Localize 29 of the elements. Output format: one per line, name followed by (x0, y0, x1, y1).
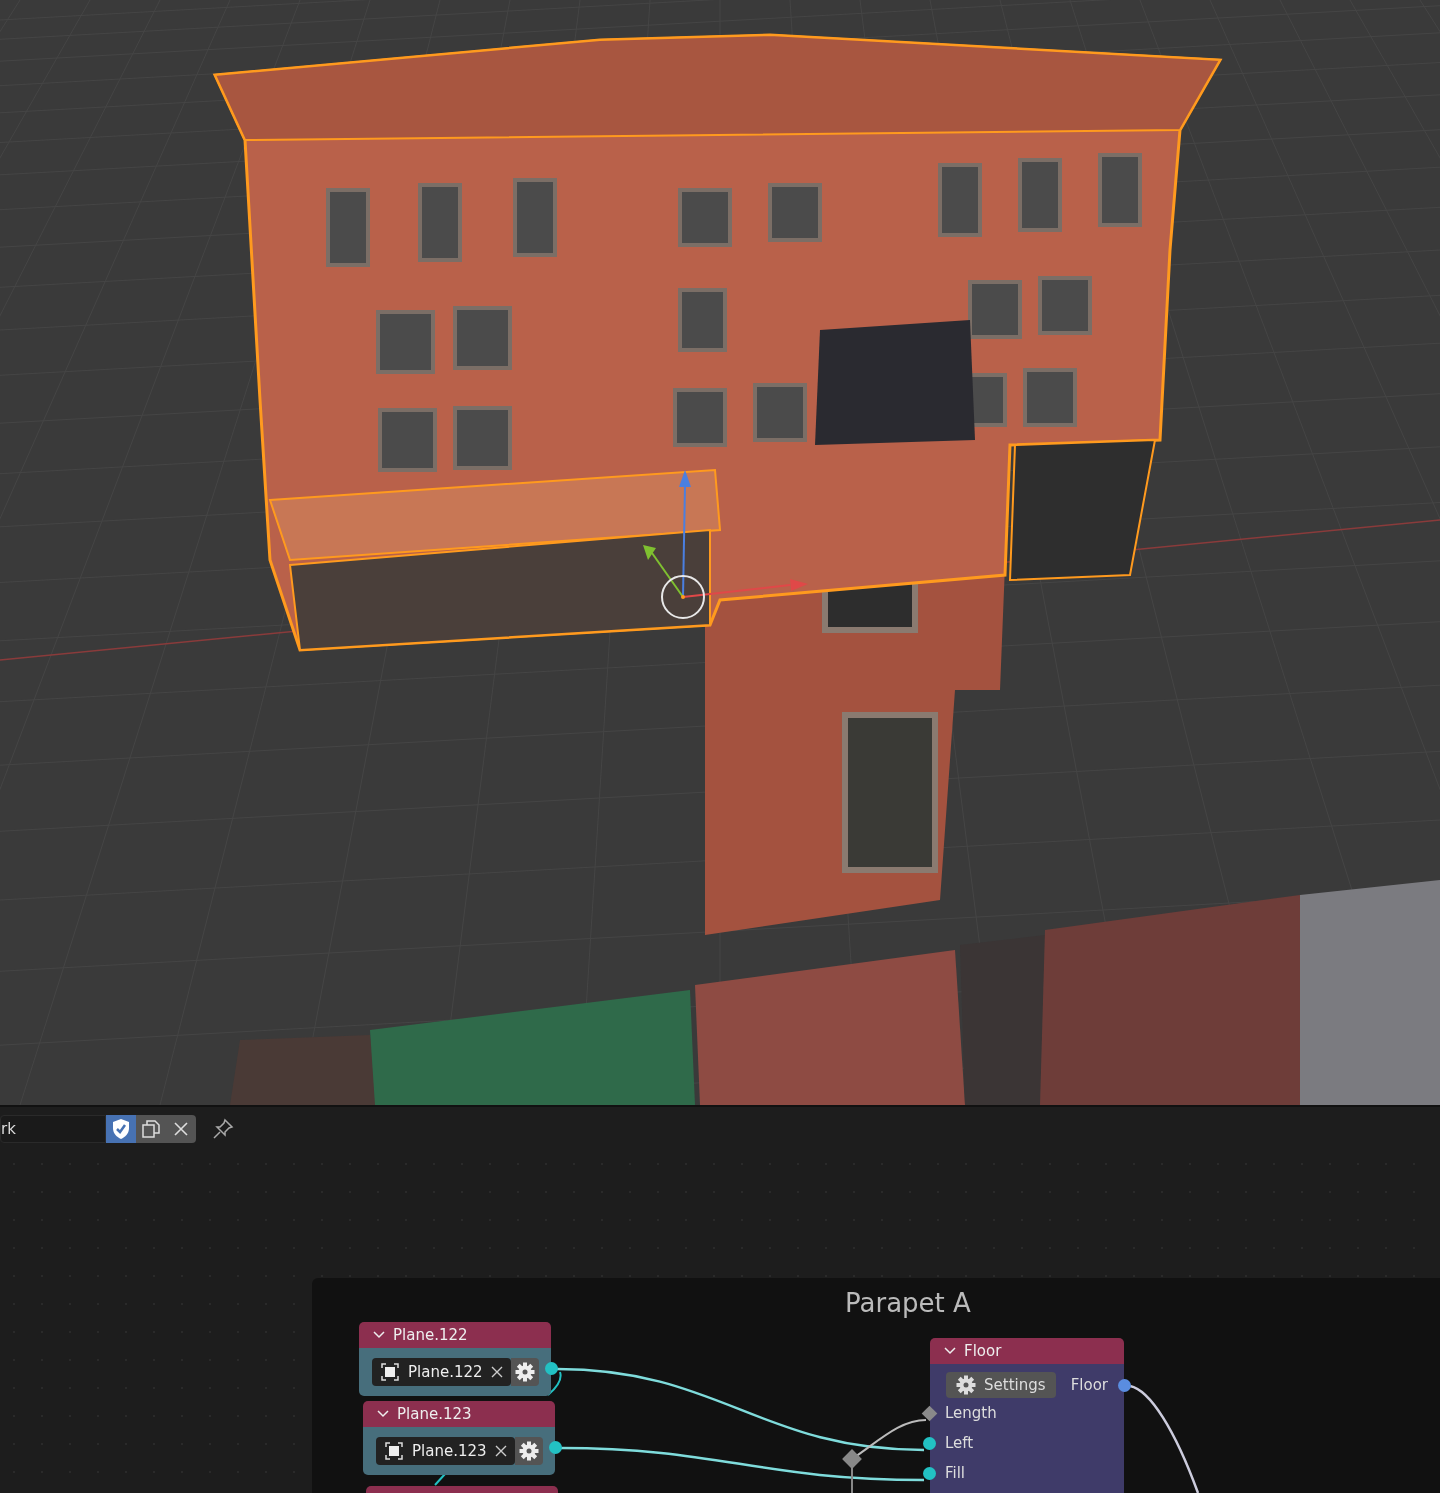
node-title: Floor (964, 1340, 1002, 1362)
clear-icon[interactable] (494, 1445, 507, 1457)
collapse-chevron-icon[interactable] (944, 1347, 956, 1355)
fake-user-shield-icon[interactable] (106, 1114, 136, 1143)
collapse-chevron-icon[interactable] (377, 1410, 389, 1418)
socket-label: Length (945, 1402, 997, 1424)
node-header[interactable]: Plane.122 (359, 1322, 551, 1348)
datablock-name-field[interactable]: rk (0, 1114, 106, 1143)
collapse-chevron-icon[interactable] (373, 1331, 385, 1339)
object-field[interactable]: Plane.122 (372, 1358, 511, 1386)
socket-label: Floor (1070, 1374, 1108, 1396)
node-title: Plane.123 (397, 1403, 472, 1425)
transform-gizmo-icon (643, 470, 808, 619)
pin-icon[interactable] (212, 1117, 234, 1140)
node-header[interactable]: Floor (930, 1338, 1124, 1364)
object-icon (380, 1362, 400, 1382)
duplicate-icon[interactable] (136, 1114, 166, 1143)
node-title: Plane.122 (393, 1324, 468, 1346)
settings-icon[interactable] (956, 1375, 976, 1395)
close-icon[interactable] (166, 1114, 196, 1143)
object-icon (384, 1441, 404, 1461)
clear-icon[interactable] (490, 1366, 503, 1378)
socket-label: Left (945, 1432, 974, 1454)
settings-button[interactable]: Settings (946, 1372, 1056, 1398)
socket-label: Fill (945, 1462, 966, 1484)
frame-label: Parapet A (845, 1287, 971, 1320)
node-header[interactable]: Plane.123 (363, 1401, 555, 1427)
object-field[interactable]: Plane.123 (376, 1437, 515, 1465)
node-header[interactable] (366, 1486, 558, 1493)
